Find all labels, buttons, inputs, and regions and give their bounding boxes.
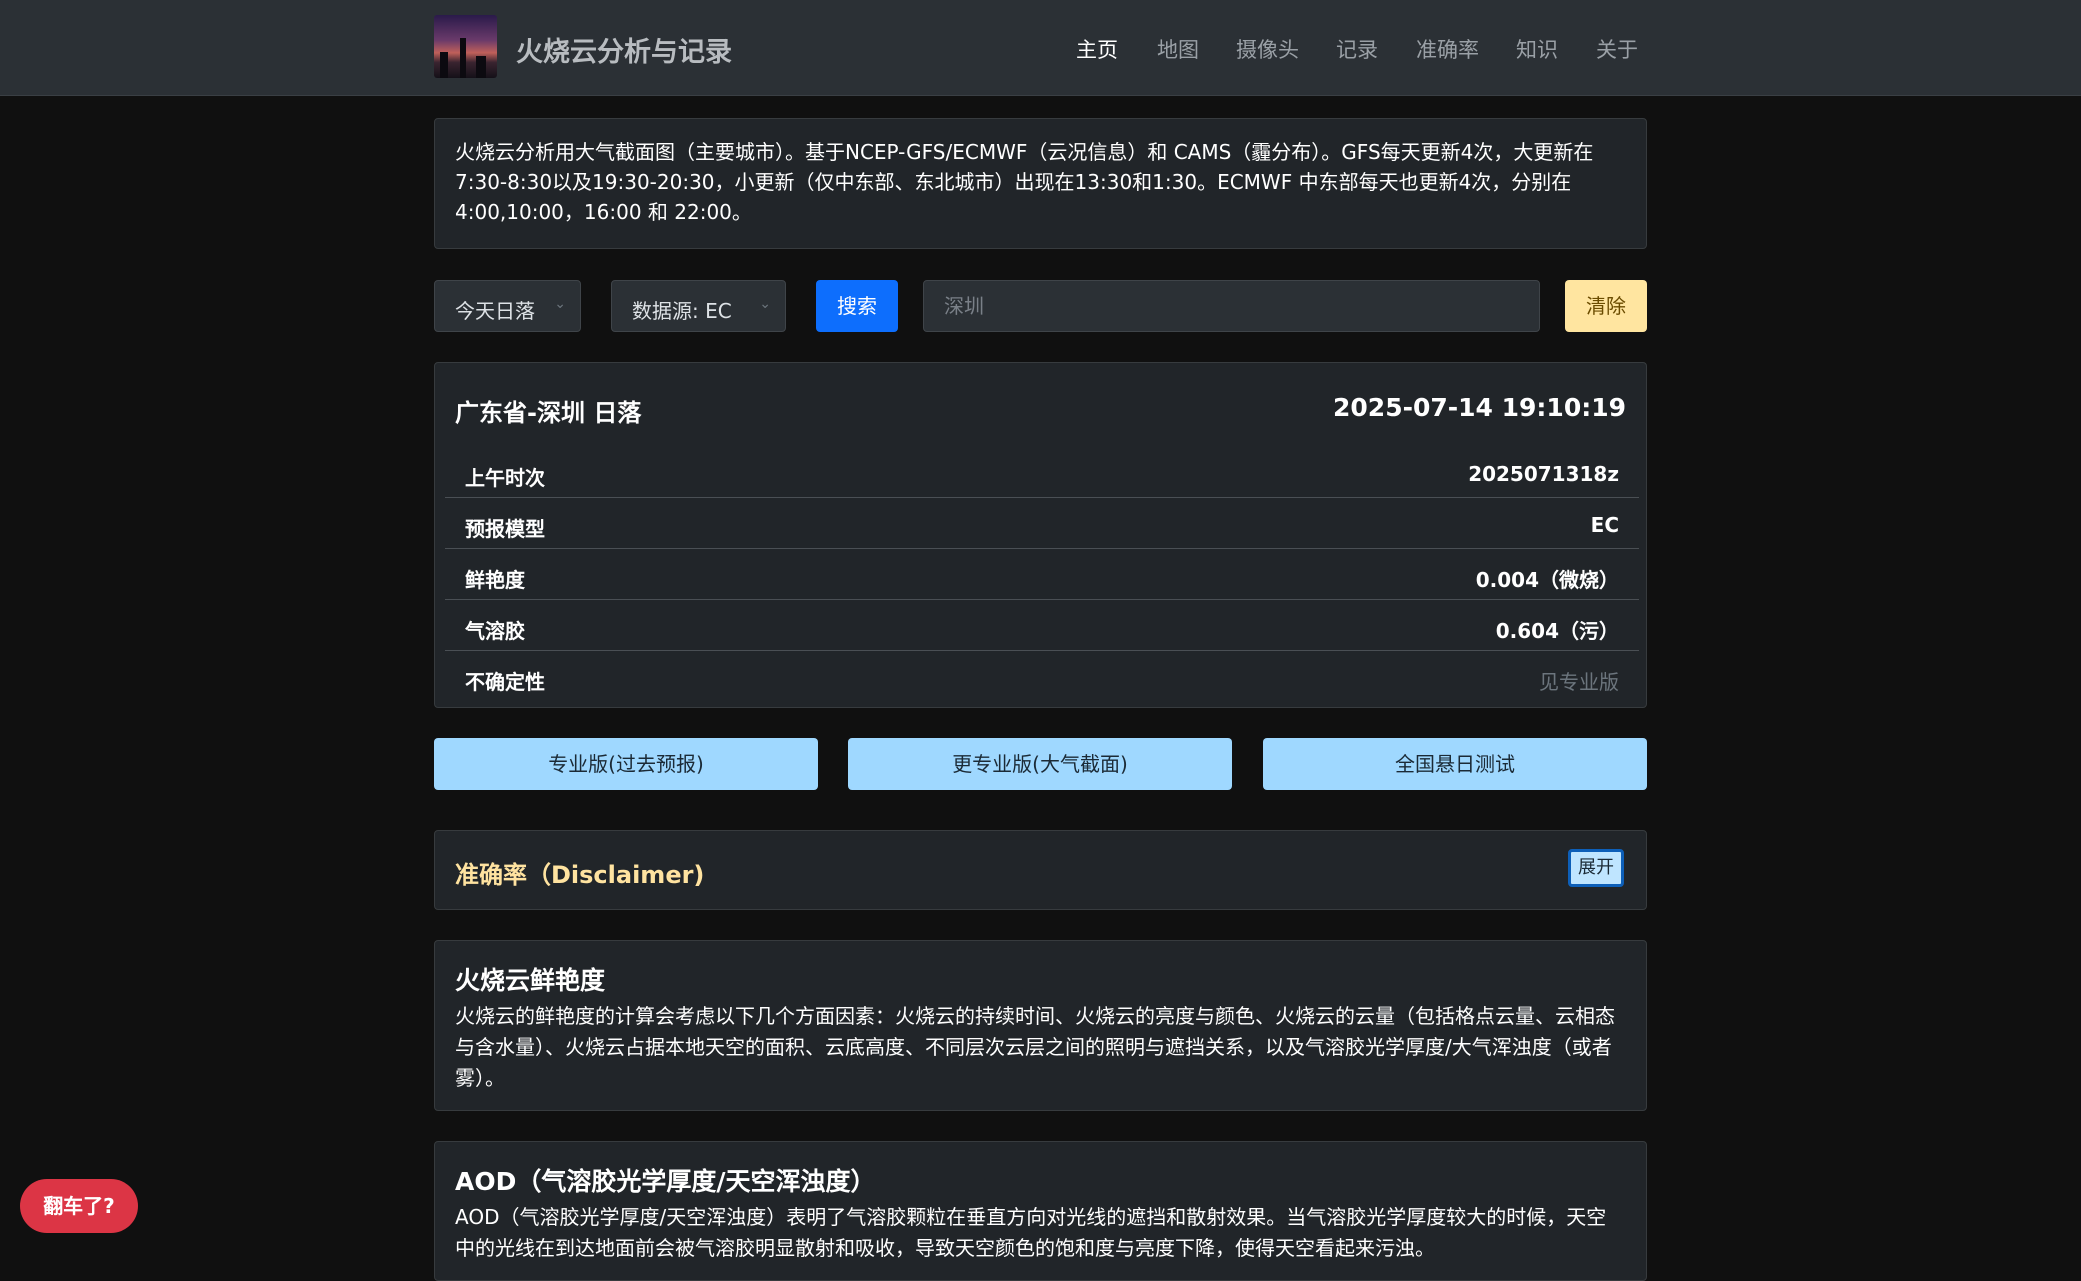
site-logo[interactable] <box>434 15 497 78</box>
report-issue-button[interactable]: 翻车了? <box>20 1179 138 1233</box>
nav-item-records[interactable]: 记录 <box>1336 34 1378 64</box>
section-body: AOD（气溶胶光学厚度/天空浑浊度）表明了气溶胶颗粒在垂直方向对光线的遮挡和散射… <box>455 1205 1607 1260</box>
nav-item-accuracy[interactable]: 准确率 <box>1416 34 1479 64</box>
chevron-down-icon: ⌄ <box>759 296 771 312</box>
result-time: 2025-07-14 19:10:19 <box>1333 393 1626 422</box>
search-button[interactable]: 搜索 <box>816 280 898 332</box>
row-label: 气溶胶 <box>465 619 525 643</box>
result-row: 不确定性 见专业版 <box>445 651 1639 702</box>
disclaimer-title: 准确率（Disclaimer) <box>455 861 705 889</box>
aod-section: AOD（气溶胶光学厚度/天空浑浊度） AOD（气溶胶光学厚度/天空浑浊度）表明了… <box>434 1141 1647 1281</box>
search-input[interactable] <box>923 280 1540 332</box>
intro-text: 火烧云分析用大气截面图（主要城市）。基于NCEP-GFS/ECMWF（云况信息）… <box>455 140 1594 224</box>
row-value: 0.004（微烧） <box>1475 568 1619 592</box>
source-select-value: 数据源: EC <box>632 299 732 323</box>
source-select[interactable]: 数据源: EC ⌄ <box>611 280 786 332</box>
row-value: 0.604（污） <box>1495 619 1619 643</box>
national-sun-test-button[interactable]: 全国悬日测试 <box>1263 738 1647 790</box>
clear-button[interactable]: 清除 <box>1565 280 1647 332</box>
section-body: 火烧云的鲜艳度的计算会考虑以下几个方面因素：火烧云的持续时间、火烧云的亮度与颜色… <box>455 1004 1615 1090</box>
site-brand[interactable]: 火烧云分析与记录 <box>516 30 732 69</box>
chevron-down-icon: ⌄ <box>554 296 566 312</box>
nav-item-camera[interactable]: 摄像头 <box>1236 34 1299 64</box>
row-label: 不确定性 <box>465 670 545 694</box>
vividness-section: 火烧云鲜艳度 火烧云的鲜艳度的计算会考虑以下几个方面因素：火烧云的持续时间、火烧… <box>434 940 1647 1111</box>
row-value: EC <box>1590 513 1619 537</box>
nav-item-about[interactable]: 关于 <box>1596 34 1638 64</box>
nav-item-knowledge[interactable]: 知识 <box>1516 34 1558 64</box>
section-title: AOD（气溶胶光学厚度/天空浑浊度） <box>455 1167 876 1196</box>
navbar: 火烧云分析与记录 主页 地图 摄像头 记录 准确率 知识 关于 <box>0 0 2081 96</box>
row-label: 上午时次 <box>465 466 545 490</box>
intro-card: 火烧云分析用大气截面图（主要城市）。基于NCEP-GFS/ECMWF（云况信息）… <box>434 118 1647 249</box>
result-row: 预报模型 EC <box>445 498 1639 549</box>
disclaimer-card: 准确率（Disclaimer) 展开 <box>434 830 1647 910</box>
event-select[interactable]: 今天日落 ⌄ <box>434 280 581 332</box>
row-value: 2025071318z <box>1468 462 1619 486</box>
row-label: 预报模型 <box>465 517 545 541</box>
nav-item-map[interactable]: 地图 <box>1157 34 1199 64</box>
row-value: 见专业版 <box>1539 670 1619 694</box>
result-row: 气溶胶 0.604（污） <box>445 600 1639 651</box>
event-select-value: 今天日落 <box>455 299 535 323</box>
expand-button[interactable]: 展开 <box>1568 849 1624 887</box>
nav-item-home[interactable]: 主页 <box>1076 34 1118 64</box>
pro-cross-section-button[interactable]: 更专业版(大气截面) <box>848 738 1232 790</box>
result-row: 上午时次 2025071318z <box>445 447 1639 498</box>
row-label: 鲜艳度 <box>465 568 525 592</box>
result-title: 广东省-深圳 日落 <box>455 399 642 427</box>
pro-past-forecast-button[interactable]: 专业版(过去预报) <box>434 738 818 790</box>
result-card: 广东省-深圳 日落 2025-07-14 19:10:19 上午时次 20250… <box>434 362 1647 708</box>
result-row: 鲜艳度 0.004（微烧） <box>445 549 1639 600</box>
section-title: 火烧云鲜艳度 <box>455 966 606 995</box>
